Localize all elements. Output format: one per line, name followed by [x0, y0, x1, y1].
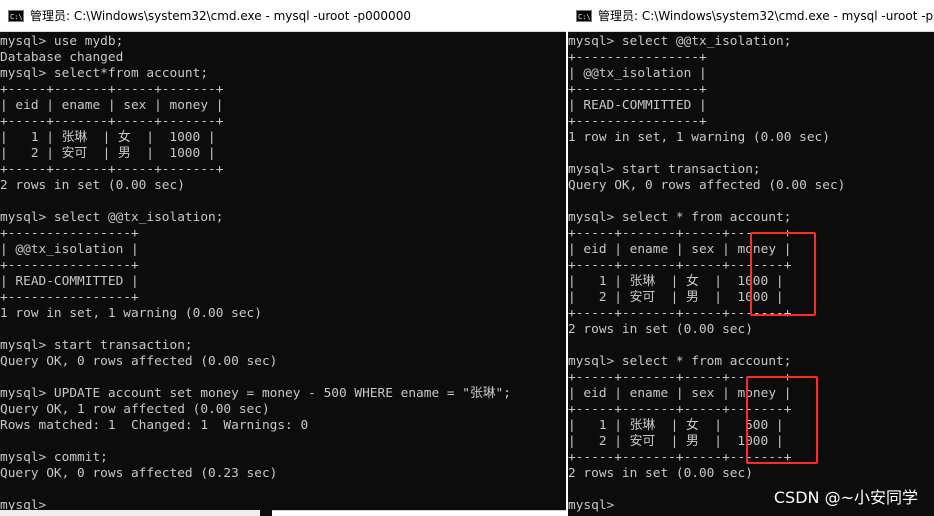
console-line: | @@tx_isolation |: [0, 242, 139, 257]
cmd-icon: C:\: [8, 9, 24, 22]
console-line: | eid | ename | sex | money |: [568, 386, 792, 401]
console-line: | 1 | 张琳 | 女 | 1000 |: [0, 130, 216, 145]
window-title-right: 管理员: C:\Windows\system32\cmd.exe - mysql…: [598, 9, 934, 23]
console-line: | 1 | 张琳 | 女 | 1000 |: [568, 274, 784, 289]
titlebar-left[interactable]: C:\ 管理员: C:\Windows\system32\cmd.exe - m…: [0, 0, 567, 32]
console-line: +----------------+: [568, 114, 707, 129]
titlebar-right[interactable]: C:\ 管理员: C:\Windows\system32\cmd.exe - m…: [568, 0, 934, 32]
console-line: +----------------+: [0, 290, 139, 305]
console-line: mysql> UPDATE account set money = money …: [0, 386, 511, 401]
console-line: +----------------+: [568, 50, 707, 65]
console-line: 1 row in set, 1 warning (0.00 sec): [0, 306, 262, 321]
console-line: Query OK, 1 row affected (0.00 sec): [0, 402, 270, 417]
console-line: mysql> select @@tx_isolation;: [568, 34, 792, 49]
console-line: +----------------+: [0, 258, 139, 273]
console-line: | 1 | 张琳 | 女 | 500 |: [568, 418, 784, 433]
console-line: | READ-COMMITTED |: [568, 98, 707, 113]
console-line: +-----+-------+-----+-------+: [568, 450, 792, 465]
cmd-window-left[interactable]: C:\ 管理员: C:\Windows\system32\cmd.exe - m…: [0, 0, 568, 516]
console-line: +-----+-------+-----+-------+: [568, 306, 792, 321]
background-strip: [0, 510, 260, 516]
console-line: +-----+-------+-----+-------+: [568, 226, 792, 241]
console-line: +-----+-------+-----+-------+: [0, 162, 224, 177]
console-line: 1 row in set, 1 warning (0.00 sec): [568, 130, 830, 145]
console-line: Database changed: [0, 50, 124, 65]
console-line: Query OK, 0 rows affected (0.00 sec): [0, 354, 278, 369]
console-line: +-----+-------+-----+-------+: [568, 370, 792, 385]
console-line: +-----+-------+-----+-------+: [568, 258, 792, 273]
console-line: Query OK, 0 rows affected (0.23 sec): [0, 466, 278, 481]
console-line: +-----+-------+-----+-------+: [568, 402, 792, 417]
console-line: 2 rows in set (0.00 sec): [0, 178, 185, 193]
console-line: mysql> use mydb;: [0, 34, 124, 49]
window-edge: [568, 0, 934, 1]
console-line: mysql> commit;: [0, 450, 108, 465]
console-line: | eid | ename | sex | money |: [0, 98, 224, 113]
console-line: Query OK, 0 rows affected (0.00 sec): [568, 178, 846, 193]
console-line: | 2 | 安可 | 男 | 1000 |: [0, 146, 216, 161]
console-line: | eid | ename | sex | money |: [568, 242, 792, 257]
console-line: +-----+-------+-----+-------+: [0, 114, 224, 129]
console-left[interactable]: mysql> use mydb; Database changed mysql>…: [0, 34, 567, 514]
console-line: mysql> start transaction;: [568, 162, 761, 177]
console-line: | 2 | 安可 | 男 | 1000 |: [568, 290, 784, 305]
console-line: +----------------+: [0, 226, 139, 241]
console-right[interactable]: mysql> select @@tx_isolation; +---------…: [568, 34, 934, 514]
console-line: | @@tx_isolation |: [568, 66, 707, 81]
cmd-window-right[interactable]: C:\ 管理员: C:\Windows\system32\cmd.exe - m…: [566, 0, 934, 516]
console-line: Rows matched: 1 Changed: 1 Warnings: 0: [0, 418, 309, 433]
window-title-left: 管理员: C:\Windows\system32\cmd.exe - mysql…: [30, 9, 411, 23]
console-line: mysql> select * from account;: [568, 210, 792, 225]
console-line: mysql> select*from account;: [0, 66, 209, 81]
console-line: | 2 | 安可 | 男 | 1000 |: [568, 434, 784, 449]
console-line: | READ-COMMITTED |: [0, 274, 139, 289]
background-strip: [272, 510, 567, 516]
console-line: mysql> select * from account;: [568, 354, 792, 369]
console-line: +----------------+: [568, 82, 707, 97]
console-line: mysql> start transaction;: [0, 338, 193, 353]
watermark: CSDN @~小安同学: [773, 488, 918, 507]
console-line: 2 rows in set (0.00 sec): [568, 322, 753, 337]
console-line: 2 rows in set (0.00 sec): [568, 466, 753, 481]
console-line: mysql> select @@tx_isolation;: [0, 210, 224, 225]
console-line: +-----+-------+-----+-------+: [0, 82, 224, 97]
cmd-icon: C:\: [576, 9, 592, 22]
